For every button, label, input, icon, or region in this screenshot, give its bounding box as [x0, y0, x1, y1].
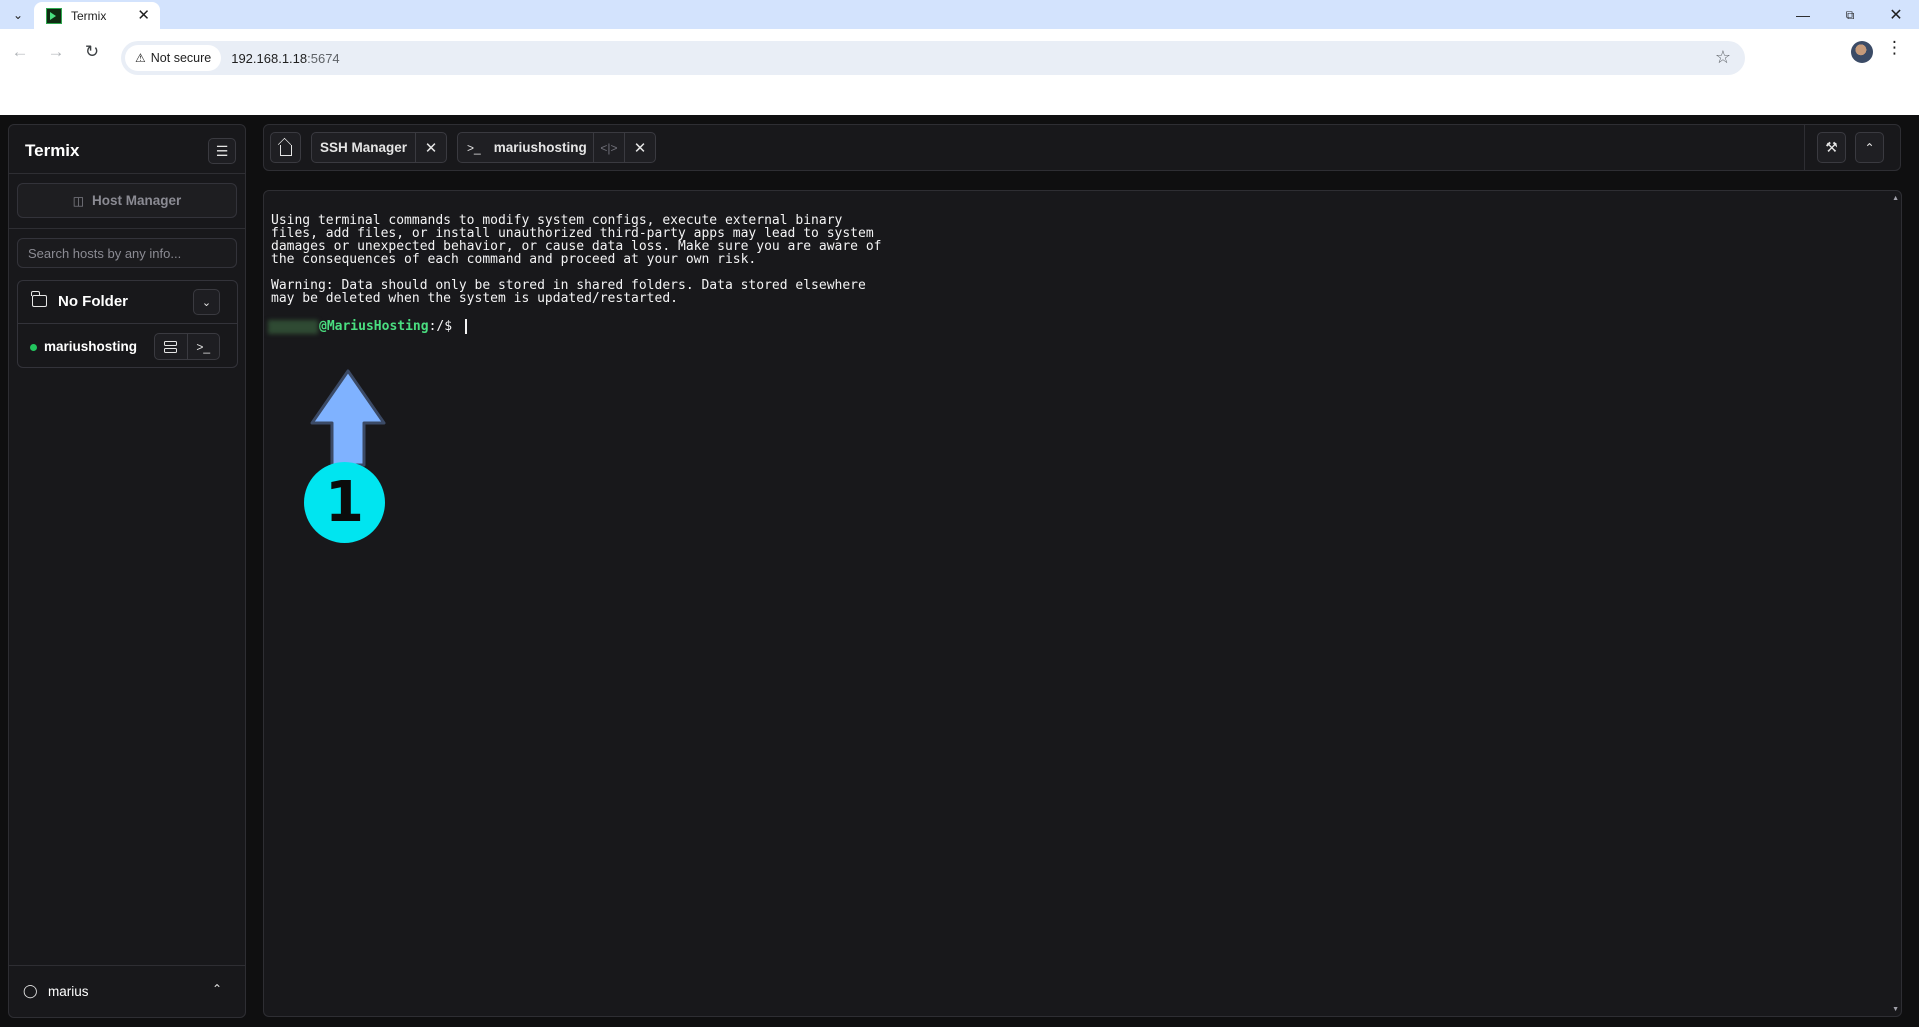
host-search-input[interactable]	[17, 238, 237, 268]
scroll-down-icon[interactable]: ▼	[1892, 1006, 1899, 1013]
terminal-prompt[interactable]: @MariusHosting:/$	[268, 319, 467, 334]
folder-name: No Folder	[58, 293, 128, 310]
close-icon[interactable]: ✕	[624, 133, 655, 162]
host-item-mariushosting[interactable]: mariushosting >_	[18, 325, 237, 368]
bookmark-star-icon[interactable]: ☆	[1715, 47, 1731, 68]
redacted-username	[268, 319, 318, 334]
chevron-down-icon: ⌄	[201, 296, 212, 309]
close-tab-icon[interactable]: ✕	[137, 6, 150, 24]
home-icon	[279, 144, 292, 156]
chevron-up-icon: ⌃	[1864, 140, 1875, 155]
user-icon: ◯	[23, 983, 38, 998]
tab-ssh-manager[interactable]: SSH Manager ✕	[311, 132, 447, 163]
terminal-icon: >_	[196, 339, 211, 354]
user-menu[interactable]: ◯ marius ⌃	[9, 965, 245, 1018]
minimize-window-icon[interactable]: —	[1783, 4, 1823, 26]
tab-bar: SSH Manager ✕ >_ mariushosting <|> ✕ ⚒ ⌃	[263, 124, 1901, 171]
collapse-topbar-button[interactable]: ⌃	[1855, 132, 1884, 163]
tab-mariushosting[interactable]: >_ mariushosting <|> ✕	[457, 132, 656, 163]
split-view-icon[interactable]: <|>	[593, 133, 624, 162]
tab-search-chevron-icon[interactable]: ⌄	[7, 5, 29, 25]
browser-toolbar: ← → ↻ ⚠ Not secure 192.168.1.18:5674 ☆ ⋮	[0, 29, 1919, 86]
close-icon[interactable]: ✕	[415, 133, 446, 162]
folder-header[interactable]: No Folder ⌄	[18, 281, 237, 324]
folder-collapse-button[interactable]: ⌄	[193, 289, 220, 315]
reload-icon[interactable]: ↻	[79, 39, 105, 65]
scroll-up-icon[interactable]: ▲	[1892, 195, 1899, 202]
terminal-cursor	[464, 319, 467, 334]
terminal-icon: >_	[467, 140, 481, 155]
restore-window-icon[interactable]: ⧉	[1830, 4, 1870, 26]
host-name: mariushosting	[44, 339, 138, 354]
close-window-icon[interactable]: ✕	[1876, 4, 1916, 26]
chevron-up-icon: ⌃	[212, 982, 223, 996]
sidebar-menu-button[interactable]: ☰	[208, 138, 236, 164]
topbar-divider	[1804, 125, 1805, 170]
host-status-dot	[30, 344, 37, 351]
termix-app: Termix ☰ ◫ Host Manager No Folder ⌄ mari…	[0, 115, 1919, 1027]
termix-favicon-icon	[46, 7, 62, 24]
hard-drive-icon: ◫	[72, 193, 85, 208]
security-chip[interactable]: ⚠ Not secure	[125, 45, 222, 71]
url-host: 192.168.1.18	[231, 50, 308, 66]
sidebar-divider	[9, 173, 245, 174]
hammer-icon: ⚒	[1825, 139, 1838, 155]
folder-icon	[31, 291, 47, 307]
browser-tab[interactable]: Termix ✕	[34, 2, 160, 29]
tab-label[interactable]: SSH Manager	[312, 133, 415, 162]
annotation-step-badge: 1	[304, 462, 385, 543]
profile-avatar[interactable]	[1851, 41, 1873, 63]
browser-menu-icon[interactable]: ⋮	[1886, 38, 1903, 58]
sidebar: Termix ☰ ◫ Host Manager No Folder ⌄ mari…	[8, 124, 246, 1018]
terminal-line: the consequences of each command and pro…	[271, 252, 757, 267]
annotation-arrow-up-icon	[310, 369, 386, 467]
url-text[interactable]: 192.168.1.18:5674	[231, 51, 339, 66]
user-name: marius	[48, 984, 89, 999]
tools-button[interactable]: ⚒	[1817, 132, 1846, 163]
back-arrow-icon[interactable]: ←	[7, 39, 33, 65]
host-server-button[interactable]	[155, 334, 187, 359]
hamburger-icon: ☰	[215, 142, 229, 159]
server-icon	[164, 340, 178, 353]
host-actions: >_	[154, 333, 220, 360]
host-terminal-button[interactable]: >_	[186, 334, 220, 359]
tab-label: mariushosting	[493, 140, 587, 155]
terminal-line: may be deleted when the system is update…	[271, 291, 678, 306]
security-label: Not secure	[150, 51, 212, 65]
terminal-panel[interactable]: Using terminal commands to modify system…	[263, 190, 1902, 1017]
app-brand: Termix	[25, 141, 80, 160]
browser-tabstrip: ⌄ Termix ✕ — ⧉ ✕	[0, 0, 1919, 29]
browser-tab-title: Termix	[71, 8, 107, 23]
home-button[interactable]	[270, 132, 301, 163]
warning-triangle-icon: ⚠	[135, 51, 146, 65]
prompt-path: :/$	[428, 319, 460, 334]
url-port: :5674	[307, 50, 340, 66]
folder-card: No Folder ⌄ mariushosting >_	[17, 280, 238, 368]
terminal-output: Using terminal commands to modify system…	[271, 214, 881, 305]
sidebar-divider	[9, 228, 245, 229]
tab-label-wrap[interactable]: >_ mariushosting	[458, 133, 593, 162]
forward-arrow-icon[interactable]: →	[43, 39, 69, 65]
host-manager-label: Host Manager	[92, 193, 182, 208]
host-manager-button[interactable]: ◫ Host Manager	[17, 183, 237, 218]
address-bar[interactable]: ⚠ Not secure 192.168.1.18:5674 ☆	[121, 41, 1745, 75]
prompt-host: @MariusHosting	[319, 319, 429, 334]
